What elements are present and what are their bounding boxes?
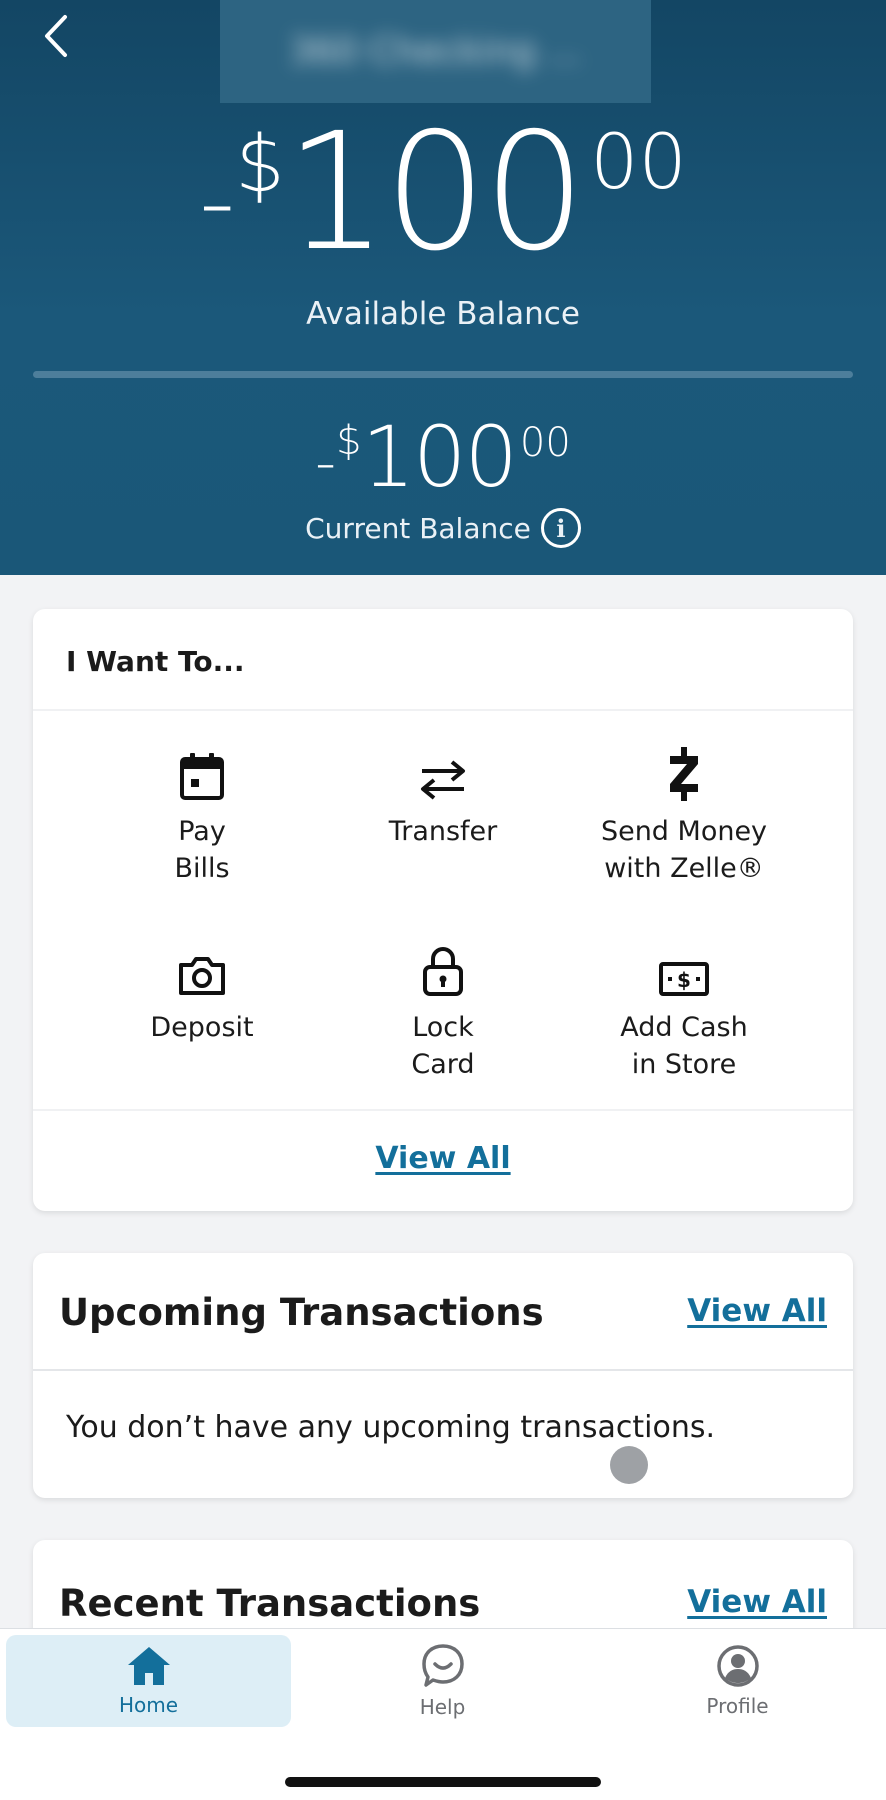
transfer-arrows-icon — [421, 760, 465, 800]
balance-cents: 00 — [590, 117, 687, 206]
current-currency: $ — [336, 418, 362, 464]
nav-help[interactable]: Help — [300, 1635, 585, 1727]
account-header: 360 Checking ... - $ 100 00 Available Ba… — [0, 0, 886, 575]
deposit-action[interactable]: Deposit — [72, 939, 332, 1046]
current-cents: 00 — [519, 420, 571, 466]
camera-icon — [179, 957, 225, 995]
account-name: 360 Checking ... — [289, 31, 582, 72]
divider — [33, 1369, 853, 1371]
nav-help-label: Help — [419, 1695, 466, 1719]
transfer-label: Transfer — [388, 816, 498, 847]
bottom-navigation: Home Help Profile — [0, 1628, 886, 1800]
current-dollars: 100 — [361, 408, 518, 506]
nav-home-label: Home — [118, 1693, 179, 1717]
send-money-zelle-action[interactable]: Send Money with Zelle® — [554, 743, 814, 887]
balance-sign: - — [199, 143, 236, 260]
profile-icon — [716, 1645, 759, 1687]
chat-bubble-icon — [421, 1644, 464, 1687]
transfer-action[interactable]: Transfer — [313, 743, 573, 850]
add-cash-action[interactable]: $ Add Cash in Store — [554, 939, 814, 1083]
current-balance-amount: - $ 100 00 — [0, 415, 886, 499]
svg-text:$: $ — [677, 968, 691, 992]
upcoming-transactions-title: Upcoming Transactions — [59, 1291, 544, 1334]
pay-bills-label: Pay Bills — [174, 816, 230, 884]
i-want-to-title: I Want To... — [66, 645, 245, 678]
current-balance-label: Current Balance — [305, 511, 531, 545]
pay-bills-action[interactable]: Pay Bills — [72, 743, 332, 887]
available-balance-label: Available Balance — [306, 296, 580, 332]
back-button[interactable] — [34, 14, 78, 58]
calendar-icon — [180, 753, 224, 800]
view-all-actions-link[interactable]: View All — [375, 1141, 510, 1176]
account-name-redacted: 360 Checking ... — [220, 0, 651, 103]
no-upcoming-message: You don’t have any upcoming transactions… — [66, 1410, 716, 1445]
lock-card-action[interactable]: Lock Card — [313, 939, 573, 1083]
add-cash-label: Add Cash in Store — [620, 1012, 748, 1080]
lock-card-label: Lock Card — [411, 1012, 475, 1080]
divider — [33, 1109, 853, 1111]
recent-view-all-link[interactable]: View All — [687, 1584, 827, 1620]
i-want-to-card: I Want To... Pay Bills Transfer Send Mon… — [33, 609, 853, 1211]
upcoming-transactions-card: Upcoming Transactions View All You don’t… — [33, 1253, 853, 1498]
info-icon[interactable]: i — [540, 508, 581, 548]
recent-transactions-title: Recent Transactions — [59, 1582, 481, 1625]
header-divider — [33, 371, 853, 378]
lock-icon — [423, 947, 463, 996]
balance-dollars: 100 — [284, 99, 586, 287]
home-indicator-bar — [285, 1777, 601, 1787]
zelle-icon — [670, 747, 698, 801]
available-balance-amount: - $ 100 00 — [0, 112, 886, 274]
cash-icon: $ — [659, 962, 709, 996]
nav-profile-label: Profile — [706, 1694, 769, 1718]
nav-profile[interactable]: Profile — [595, 1635, 880, 1727]
current-sign: - — [315, 428, 337, 496]
touch-indicator — [610, 1446, 648, 1484]
current-balance-row: Current Balance i — [0, 508, 886, 548]
chevron-left-icon — [45, 15, 67, 57]
divider — [33, 709, 853, 711]
nav-home[interactable]: Home — [6, 1635, 291, 1727]
home-icon — [127, 1647, 170, 1685]
send-money-label: Send Money with Zelle® — [600, 816, 768, 884]
deposit-label: Deposit — [150, 1012, 254, 1043]
upcoming-view-all-link[interactable]: View All — [687, 1293, 827, 1329]
balance-currency: $ — [235, 120, 285, 210]
